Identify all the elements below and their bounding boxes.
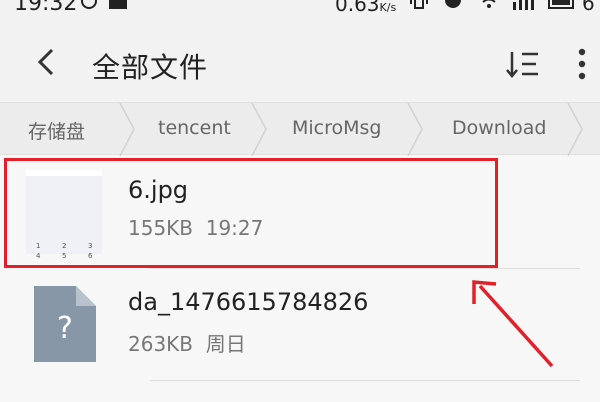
breadcrumb-item-tencent[interactable]: tencent <box>158 117 231 139</box>
network-speed: 0.63K/s <box>335 0 396 16</box>
alarm-icon <box>81 0 97 9</box>
battery-icon <box>548 0 574 9</box>
breadcrumb-separator-icon <box>119 103 135 156</box>
list-divider <box>150 268 580 269</box>
breadcrumb: 存储盘 tencent MicroMsg Download <box>0 102 600 156</box>
file-name: da_1476615784826 <box>128 288 369 316</box>
network-speed-unit: K/s <box>379 1 397 14</box>
vibrate-icon <box>410 0 428 9</box>
signal-icon <box>513 0 534 10</box>
more-options-icon[interactable] <box>577 48 587 80</box>
unknown-file-glyph: ? <box>57 311 73 346</box>
back-arrow-icon[interactable] <box>32 48 60 76</box>
list-divider <box>150 380 580 381</box>
breadcrumb-separator-icon <box>407 103 423 156</box>
breadcrumb-separator-icon <box>567 103 583 156</box>
app-bar: 全部文件 <box>0 22 600 102</box>
unknown-file-icon: ? <box>34 286 96 362</box>
breadcrumb-item-download[interactable]: Download <box>452 117 546 139</box>
status-bar: 19:32 0.63K/s 6 <box>0 0 600 22</box>
page-title: 全部文件 <box>92 51 209 84</box>
sort-icon[interactable] <box>506 50 540 78</box>
clock-icon <box>445 0 461 8</box>
breadcrumb-item-micromsg[interactable]: MicroMsg <box>292 117 382 139</box>
file-meta: 263KB 周日 <box>128 328 246 357</box>
status-time: 19:32 <box>14 0 78 16</box>
file-size: 263KB <box>128 332 194 356</box>
battery-level: 6 <box>582 0 595 15</box>
network-speed-value: 0.63 <box>335 0 380 16</box>
highlight-box <box>4 158 498 268</box>
wifi-icon <box>482 0 496 8</box>
image-icon <box>109 0 127 9</box>
file-date: 周日 <box>205 332 246 356</box>
breadcrumb-item-storage[interactable]: 存储盘 <box>28 117 85 144</box>
breadcrumb-separator-icon <box>251 103 267 156</box>
